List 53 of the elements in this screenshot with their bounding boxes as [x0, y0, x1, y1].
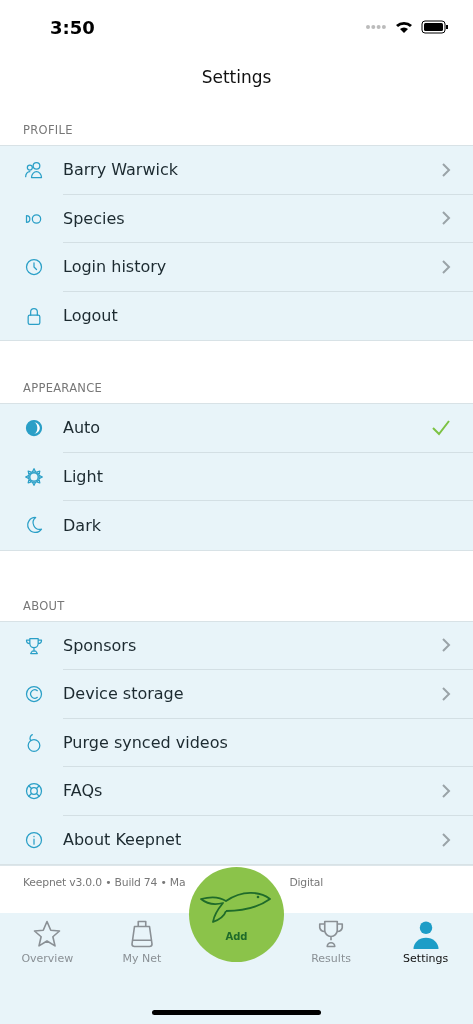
signal-icon — [365, 24, 387, 30]
chevron-icon — [441, 782, 451, 799]
page-title: Settings — [201, 67, 272, 87]
battery-icon — [421, 20, 449, 34]
chevron-icon — [441, 210, 451, 227]
checkmark-icon — [431, 418, 451, 437]
settings-row[interactable]: Species — [0, 194, 473, 243]
chevron-icon — [441, 831, 451, 848]
info-icon — [24, 829, 44, 850]
row-label: Device storage — [63, 684, 184, 704]
row-label: About Keepnet — [63, 830, 182, 850]
settings-row[interactable]: Light — [0, 452, 473, 501]
row-label: Sponsors — [63, 635, 137, 655]
circle-icon — [24, 684, 44, 705]
lifebuoy-icon — [24, 781, 44, 802]
chevron-icon — [441, 637, 451, 654]
row-label: Dark — [63, 515, 101, 535]
section-header: ABOUT — [23, 598, 65, 613]
moon-icon — [24, 515, 44, 536]
row-label: Auto — [63, 418, 101, 438]
row-label: Barry Warwick — [63, 160, 178, 180]
chevron-icon — [441, 258, 451, 275]
settings-row[interactable]: About Keepnet — [0, 815, 473, 864]
row-label: Login history — [63, 257, 167, 277]
people-icon — [24, 160, 44, 181]
settings-row[interactable]: FAQs — [0, 767, 473, 816]
row-label: FAQs — [63, 781, 103, 801]
trophy-icon — [24, 635, 44, 656]
row-label: Species — [63, 208, 125, 228]
settings-row[interactable]: Auto — [0, 404, 473, 453]
version-text: Keepnet v3.0.0 • Build 74 • Ma — [23, 876, 186, 889]
tab-item[interactable]: Settings — [378, 913, 473, 975]
row-label: Light — [63, 466, 103, 486]
section-header: PROFILE — [23, 123, 73, 137]
sun-icon — [24, 466, 44, 487]
contrast-icon — [24, 418, 44, 439]
chevron-icon — [441, 685, 451, 702]
row-label: Purge synced videos — [63, 732, 228, 752]
wifi-icon — [395, 20, 413, 34]
settings-row[interactable]: Purge synced videos — [0, 718, 473, 767]
clock-icon — [24, 257, 44, 278]
settings-row[interactable]: Login history — [0, 243, 473, 292]
row-label: Logout — [63, 306, 118, 326]
star-icon — [32, 919, 63, 949]
section-header: APPEARANCE — [23, 381, 103, 395]
settings-row[interactable]: Logout — [0, 291, 473, 340]
settings-row[interactable]: Sponsors — [0, 621, 473, 670]
chevron-icon — [441, 161, 451, 178]
version-text: Digital — [289, 876, 323, 889]
status-time: 3:50 — [50, 16, 95, 38]
settings-row[interactable]: Device storage — [0, 670, 473, 719]
settings-row[interactable]: Barry Warwick — [0, 146, 473, 195]
settings-row[interactable]: Dark — [0, 501, 473, 550]
